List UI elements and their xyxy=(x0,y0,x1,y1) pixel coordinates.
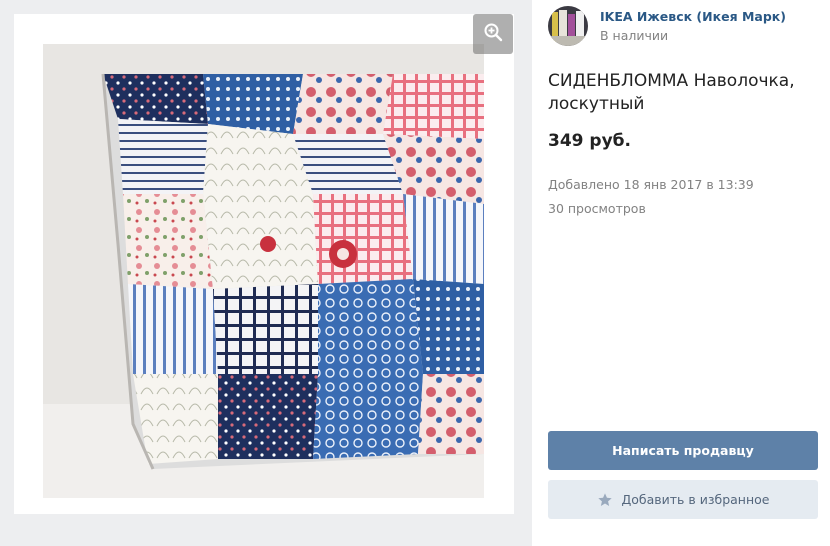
add-favorite-button[interactable]: Добавить в избранное xyxy=(548,480,818,519)
shop-info: IKEA Ижевск (Икея Марк) В наличии xyxy=(600,9,786,43)
product-info-panel: IKEA Ижевск (Икея Марк) В наличии СИДЕНБ… xyxy=(532,0,830,546)
zoom-in-icon xyxy=(483,22,503,46)
shop-avatar[interactable] xyxy=(548,6,588,46)
contact-seller-label: Написать продавцу xyxy=(612,443,754,458)
zoom-button[interactable] xyxy=(473,14,513,54)
gallery-panel xyxy=(0,0,532,546)
star-icon xyxy=(597,492,613,508)
view-count: 30 просмотров xyxy=(548,201,646,216)
shop-name-link[interactable]: IKEA Ижевск (Икея Марк) xyxy=(600,9,786,24)
product-title: СИДЕНБЛОММА Наволочка, лоскутный xyxy=(548,71,795,114)
photo-card xyxy=(14,14,514,514)
date-added: Добавлено 18 янв 2017 в 13:39 xyxy=(548,177,754,192)
contact-seller-button[interactable]: Написать продавцу xyxy=(548,431,818,470)
add-favorite-label: Добавить в избранное xyxy=(621,492,770,507)
shop-header: IKEA Ижевск (Икея Марк) В наличии xyxy=(548,6,786,46)
product-photo[interactable] xyxy=(43,44,484,498)
product-price: 349 руб. xyxy=(548,131,631,151)
availability-status: В наличии xyxy=(600,28,669,43)
